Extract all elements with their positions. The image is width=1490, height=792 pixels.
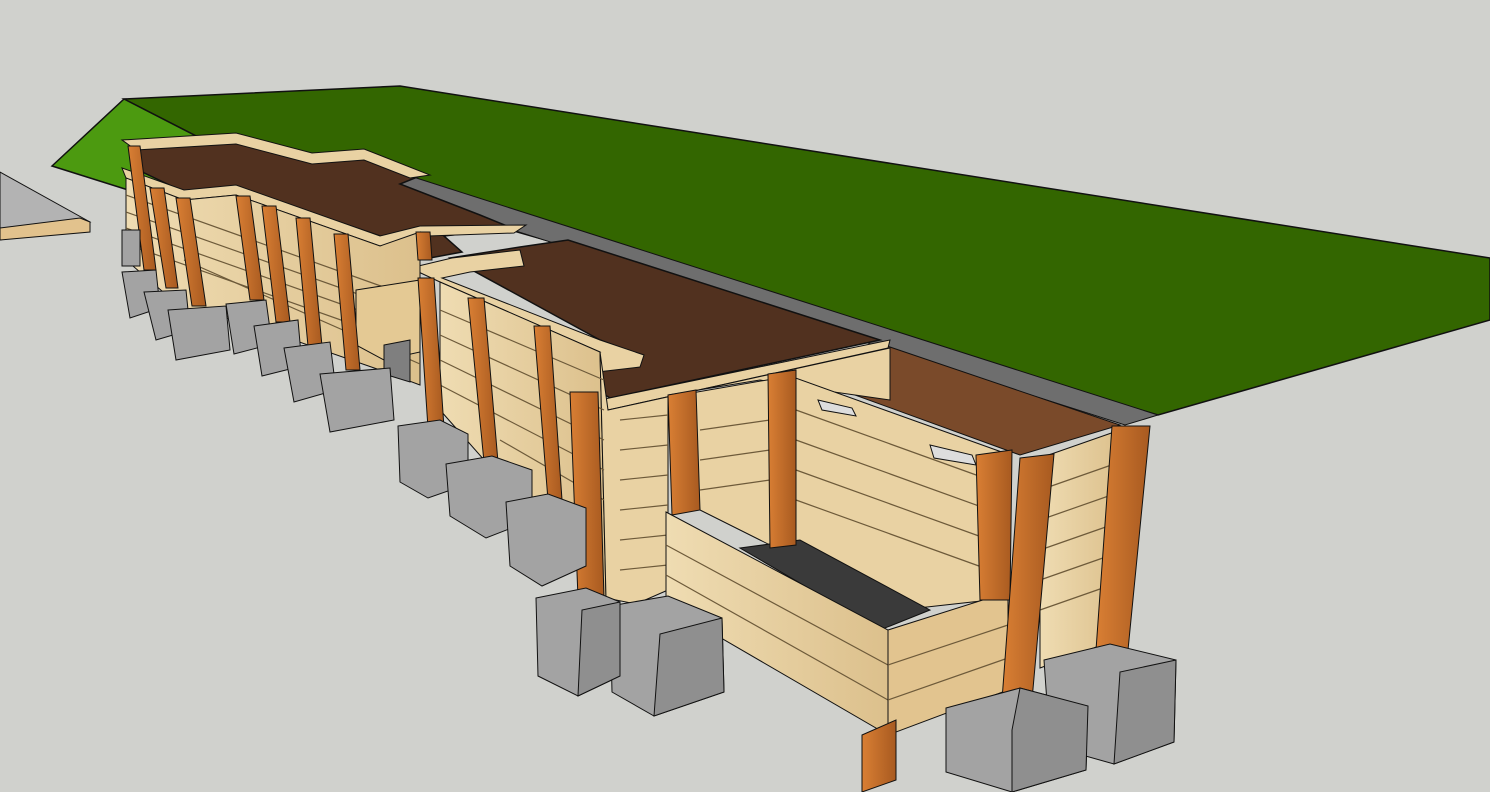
- model-canvas: [0, 85, 1490, 792]
- paver-slab: [0, 171, 92, 241]
- 3d-model-viewport[interactable]: [0, 0, 1490, 792]
